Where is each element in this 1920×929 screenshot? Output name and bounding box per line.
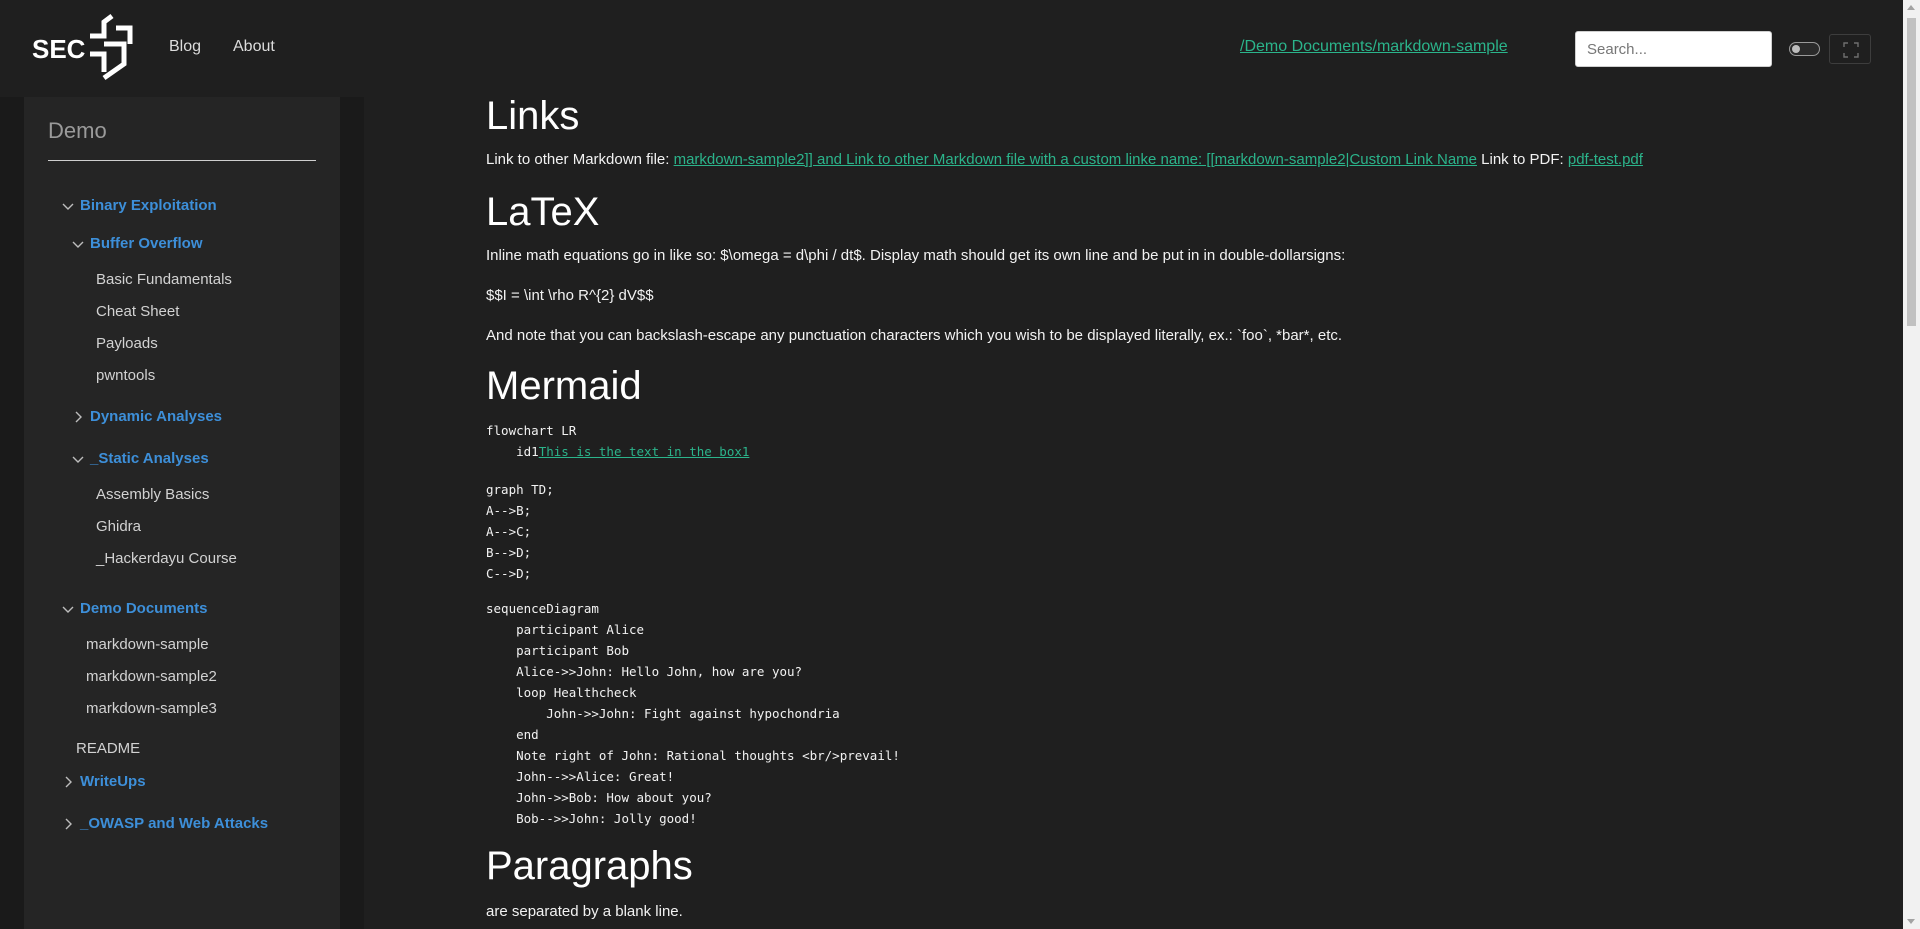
breadcrumb[interactable]: /Demo Documents/markdown-sample xyxy=(1240,38,1508,56)
code-flowchart: flowchart LR id1This is the text in the … xyxy=(486,420,749,462)
top-header: SEC Blog About /Demo Documents/markdown-… xyxy=(0,0,1903,97)
tree-item-markdown-sample[interactable]: markdown-sample xyxy=(86,636,209,653)
tree-label: Ghidra xyxy=(96,518,142,535)
latex-display-line: $$I = \int \rho R^{2} dV$$ xyxy=(486,287,654,304)
heading-mermaid: Mermaid xyxy=(486,364,642,408)
tree-item-payloads[interactable]: Payloads xyxy=(96,335,158,352)
code-prefix: id1 xyxy=(486,444,539,459)
tree-item-readme[interactable]: README xyxy=(76,740,140,757)
nav-blog[interactable]: Blog xyxy=(169,38,201,56)
tree-label: README xyxy=(76,740,141,757)
tree-label: Demo Documents xyxy=(80,600,208,617)
latex-inline-line: Inline math equations go in like so: $\o… xyxy=(486,247,1346,264)
code-sequence-diagram: sequenceDiagram participant Alice partic… xyxy=(486,601,900,826)
tree-label: markdown-sample2 xyxy=(86,668,217,685)
chevron-down-icon xyxy=(62,203,74,210)
chevron-right-icon xyxy=(65,818,72,829)
tree-item-pwntools[interactable]: pwntools xyxy=(96,367,155,384)
search-input[interactable] xyxy=(1575,31,1772,67)
tree-label: WriteUps xyxy=(80,773,146,790)
tree-item-assembly-basics[interactable]: Assembly Basics xyxy=(96,486,209,503)
tree-label: Binary Exploitation xyxy=(80,197,217,214)
tree-folder-demo-documents[interactable]: Demo Documents xyxy=(62,600,208,617)
chevron-down-icon xyxy=(72,241,84,248)
tree-label: markdown-sample3 xyxy=(86,700,217,717)
tree-folder-binary-exploitation[interactable]: Binary Exploitation xyxy=(62,197,217,214)
tree-label: Dynamic Analyses xyxy=(90,408,223,425)
tree-label: Buffer Overflow xyxy=(90,235,203,252)
sidebar-divider xyxy=(48,160,316,161)
scroll-down-arrow-icon[interactable] xyxy=(1907,919,1915,924)
tree-label: Payloads xyxy=(96,335,158,352)
paragraphs-line: are separated by a blank line. xyxy=(486,903,683,920)
link-markdown-sample2[interactable]: markdown-sample2]] and Link to other Mar… xyxy=(674,151,1477,168)
svg-text:SEC: SEC xyxy=(32,34,86,64)
chevron-right-icon xyxy=(65,776,72,787)
tree-label: _Hackerdayu Course xyxy=(96,550,237,567)
code-box-link[interactable]: This is the text in the box1 xyxy=(539,444,750,459)
links-text-pdf: Link to PDF: xyxy=(1477,151,1568,168)
sidebar-title: Demo xyxy=(48,118,107,143)
sidebar: Demo Binary Exploitation Buffer Overflow… xyxy=(24,97,340,929)
code-line: flowchart LR xyxy=(486,423,577,438)
heading-latex: LaTeX xyxy=(486,190,600,234)
nav-about[interactable]: About xyxy=(233,38,275,56)
theme-toggle[interactable] xyxy=(1789,42,1820,56)
heading-links: Links xyxy=(486,94,580,138)
tree-label: _OWASP and Web Attacks xyxy=(80,815,269,832)
fullscreen-button[interactable] xyxy=(1829,34,1871,64)
tree-folder-static-analyses[interactable]: _Static Analyses xyxy=(72,450,209,467)
tree-item-markdown-sample2[interactable]: markdown-sample2 xyxy=(86,668,217,685)
tree-folder-buffer-overflow[interactable]: Buffer Overflow xyxy=(72,235,203,252)
chevron-right-icon xyxy=(75,411,82,422)
latex-escape-line: And note that you can backslash-escape a… xyxy=(486,327,1343,344)
tree-label: pwntools xyxy=(96,367,156,384)
tree-label: Assembly Basics xyxy=(96,486,210,503)
page-scrollbar[interactable] xyxy=(1903,0,1920,929)
tree-item-ghidra[interactable]: Ghidra xyxy=(96,518,141,535)
tree-folder-writeups[interactable]: WriteUps xyxy=(62,773,146,790)
heading-paragraphs: Paragraphs xyxy=(486,844,693,888)
scroll-thumb[interactable] xyxy=(1907,18,1916,326)
tree-label: _Static Analyses xyxy=(90,450,209,467)
toggle-knob xyxy=(1792,45,1800,53)
sec-logo[interactable]: SEC xyxy=(30,14,138,84)
chevron-down-icon xyxy=(72,456,84,463)
links-paragraph: Link to other Markdown file: markdown-sa… xyxy=(486,151,1643,168)
fullscreen-icon xyxy=(1843,42,1859,58)
code-graph-td: graph TD; A-->B; A-->C; B-->D; C-->D; xyxy=(486,482,554,581)
tree-label: Basic Fundamentals xyxy=(96,271,232,288)
tree-folder-dynamic-analyses[interactable]: Dynamic Analyses xyxy=(72,408,222,425)
tree-item-cheat-sheet[interactable]: Cheat Sheet xyxy=(96,303,179,320)
tree-item-hackerdayu-course[interactable]: _Hackerdayu Course xyxy=(96,550,237,567)
tree-folder-owasp[interactable]: _OWASP and Web Attacks xyxy=(62,815,268,832)
tree-label: Cheat Sheet xyxy=(96,303,180,320)
tree-label: markdown-sample xyxy=(86,636,209,653)
links-text-prefix: Link to other Markdown file: xyxy=(486,151,674,168)
link-pdf-test[interactable]: pdf-test.pdf xyxy=(1568,151,1643,168)
tree-item-markdown-sample3[interactable]: markdown-sample3 xyxy=(86,700,217,717)
scroll-up-arrow-icon[interactable] xyxy=(1907,5,1915,10)
chevron-down-icon xyxy=(62,606,74,613)
tree-item-basic-fundamentals[interactable]: Basic Fundamentals xyxy=(96,271,232,288)
